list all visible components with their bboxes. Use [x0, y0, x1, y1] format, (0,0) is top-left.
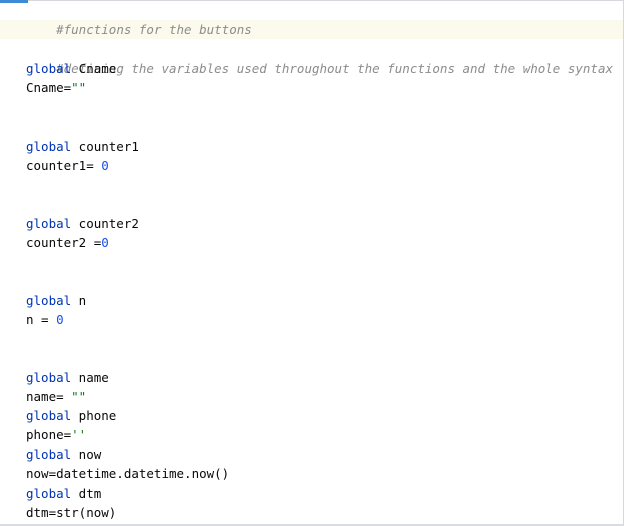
code-keyword: global: [26, 408, 72, 423]
code-string: "": [71, 80, 87, 95]
code-number: 0: [101, 235, 109, 250]
code-keyword: global: [26, 447, 72, 462]
code-line-12[interactable]: global counter2: [26, 214, 139, 233]
code-line-25[interactable]: now=datetime.datetime.now(): [26, 464, 229, 483]
code-identifier: name=: [26, 389, 72, 404]
code-statement: dtm=str(now): [26, 505, 117, 520]
code-line-9[interactable]: counter1= 0: [26, 156, 109, 175]
code-line-1[interactable]: #functions for the buttons: [26, 1, 252, 37]
code-line-27[interactable]: dtm=str(now): [26, 503, 116, 522]
editor-tab-indicator: [0, 0, 28, 3]
code-editor[interactable]: #functions for the buttons #defining the…: [0, 0, 624, 526]
code-line-22[interactable]: global phone: [26, 406, 116, 425]
code-identifier: phone: [71, 408, 117, 423]
code-number: 0: [101, 158, 109, 173]
code-identifier: counter1=: [26, 158, 102, 173]
code-identifier: n =: [26, 312, 57, 327]
code-identifier: now: [71, 447, 102, 462]
code-line-21[interactable]: name= "": [26, 387, 86, 406]
code-identifier: counter2: [71, 216, 139, 231]
code-line-17[interactable]: n = 0: [26, 310, 64, 329]
code-keyword: global: [26, 486, 72, 501]
code-comment: #defining the variables used throughout …: [56, 61, 614, 76]
code-identifier: phone=: [26, 427, 72, 442]
code-line-8[interactable]: global counter1: [26, 137, 139, 156]
code-line-20[interactable]: global name: [26, 368, 109, 387]
code-identifier: counter1: [71, 139, 139, 154]
code-line-4[interactable]: global Cname: [26, 59, 116, 78]
code-line-24[interactable]: global now: [26, 445, 101, 464]
code-line-3[interactable]: #defining the variables used throughout …: [26, 40, 613, 76]
code-string: '': [71, 427, 87, 442]
code-line-5[interactable]: Cname="": [26, 78, 86, 97]
code-keyword: global: [26, 139, 72, 154]
code-line-26[interactable]: global dtm: [26, 484, 101, 503]
code-identifier: dtm: [71, 486, 102, 501]
code-comment: #functions for the buttons: [56, 22, 252, 37]
code-identifier: n: [71, 293, 87, 308]
code-number: 0: [56, 312, 64, 327]
code-identifier: Cname: [71, 61, 117, 76]
code-keyword: global: [26, 370, 72, 385]
code-keyword: global: [26, 61, 72, 76]
code-statement: now=datetime.datetime.now(): [26, 466, 230, 481]
code-line-16[interactable]: global n: [26, 291, 86, 310]
code-line-23[interactable]: phone='': [26, 425, 86, 444]
code-identifier: counter2 =: [26, 235, 102, 250]
code-identifier: name: [71, 370, 109, 385]
code-identifier: Cname=: [26, 80, 72, 95]
code-string: "": [71, 389, 87, 404]
code-line-13[interactable]: counter2 =0: [26, 233, 109, 252]
code-keyword: global: [26, 293, 72, 308]
code-keyword: global: [26, 216, 72, 231]
